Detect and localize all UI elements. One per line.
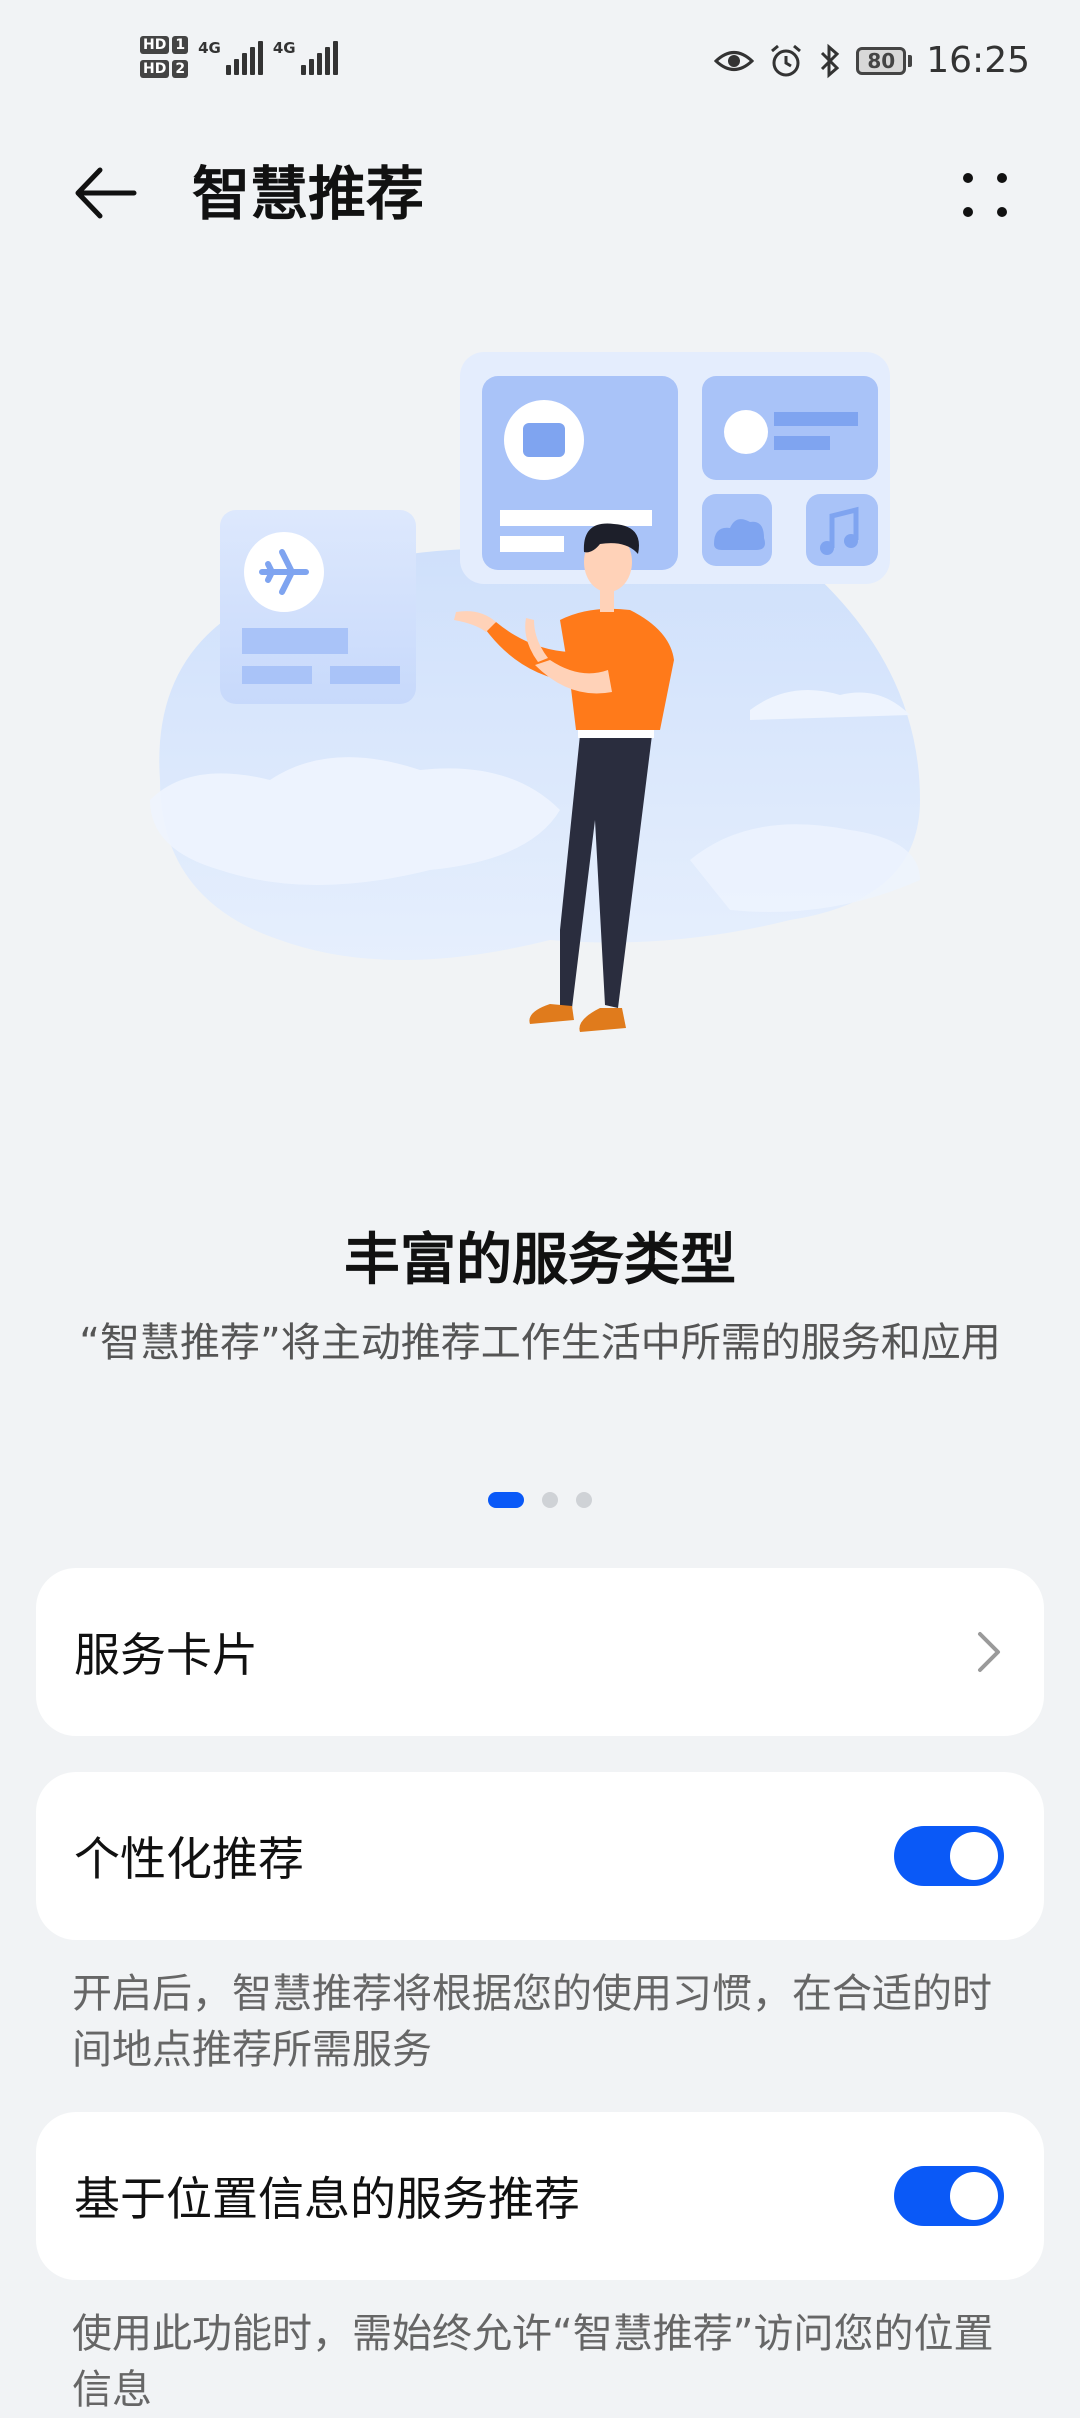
back-arrow-icon[interactable] [70,158,140,228]
slide-description: “智慧推荐”将主动推荐工作生活中所需的服务和应用 [79,1320,1001,1366]
battery-icon: 80 [856,46,913,75]
hd-icon: HD [140,60,170,78]
personalized-recommend-toggle[interactable] [894,1826,1004,1886]
battery-level: 80 [856,46,907,75]
system-indicators: 80 16:25 [714,40,1030,81]
personalized-recommend-label: 个性化推荐 [74,1832,304,1886]
hero-illustration [150,352,921,1032]
eye-icon [714,50,755,71]
chevron-right-icon [978,1632,1000,1672]
status-bar: HD 1 HD 2 4G 4G 80 16:25 [0,0,1080,130]
network-type-label: 4G [272,39,296,57]
clock: 16:25 [926,40,1030,81]
app-bar: 智慧推荐 [0,130,1080,260]
toggle-knob [950,1832,998,1880]
sim2-badge: HD 2 [140,60,189,78]
page-dot-active[interactable] [488,1492,524,1508]
bluetooth-icon [821,43,840,78]
sim-badges: HD 1 HD 2 [140,36,189,78]
signal-strength-icon: 4G [198,39,263,75]
more-options-icon[interactable] [950,160,1020,230]
sim2-number: 2 [172,60,189,78]
sim1-badge: HD 1 [140,36,189,54]
page-dot[interactable] [542,1492,558,1508]
toggle-knob [950,2172,998,2220]
location-based-recommend-item: 基于位置信息的服务推荐 [36,2112,1044,2280]
service-cards-item[interactable]: 服务卡片 [36,1568,1044,1736]
personalized-recommend-item: 个性化推荐 [36,1772,1044,1940]
alarm-icon [771,44,802,76]
page-indicator[interactable] [0,1492,1080,1508]
location-based-recommend-note: 使用此功能时，需始终允许“智慧推荐”访问您的位置信息 [72,2311,994,2413]
slide-title: 丰富的服务类型 [344,1228,736,1293]
hd-icon: HD [140,36,170,54]
location-based-recommend-toggle[interactable] [894,2166,1004,2226]
sim1-number: 1 [172,36,189,54]
location-based-recommend-label: 基于位置信息的服务推荐 [74,2172,580,2226]
page-dot[interactable] [576,1492,592,1508]
page-title: 智慧推荐 [192,160,425,228]
service-cards-label: 服务卡片 [74,1628,258,1682]
signal-strength-icon: 4G [273,39,338,75]
personalized-recommend-note: 开启后，智慧推荐将根据您的使用习惯，在合适的时间地点推荐所需服务 [72,1971,992,2073]
network-indicators: HD 1 HD 2 4G 4G [140,36,338,78]
network-type-label: 4G [198,39,221,57]
